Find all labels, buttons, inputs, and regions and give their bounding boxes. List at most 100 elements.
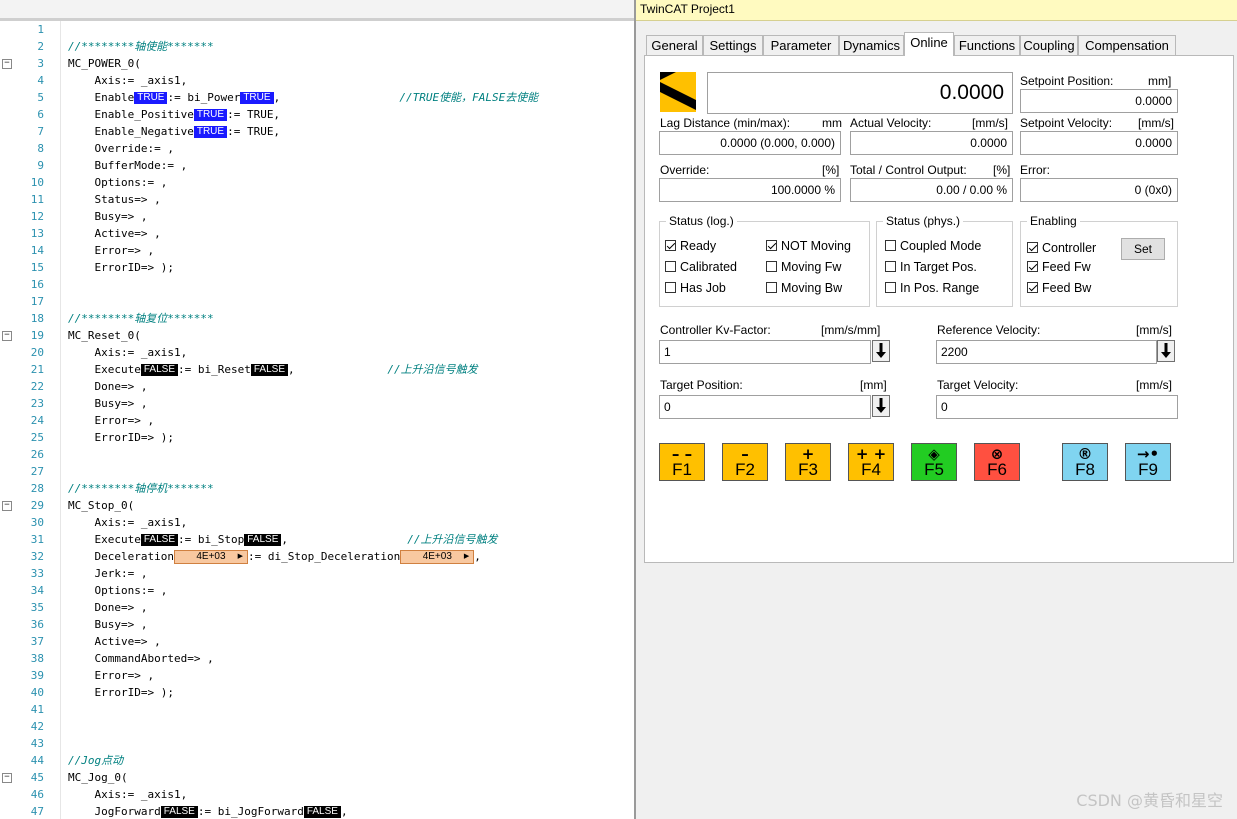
f5-start-button[interactable]: ◈ F5 bbox=[911, 443, 957, 481]
code-line[interactable]: 12 Busy=> , bbox=[0, 208, 634, 225]
kv-factor-input[interactable]: 1 bbox=[659, 340, 871, 364]
checkbox-in-target-pos-box[interactable] bbox=[885, 261, 896, 272]
reference-velocity-input[interactable]: 2200 bbox=[936, 340, 1157, 364]
tab-compensation[interactable]: Compensation bbox=[1078, 35, 1176, 55]
fold-toggle-icon[interactable]: − bbox=[2, 501, 12, 511]
checkbox-calibrated[interactable]: Calibrated bbox=[665, 260, 737, 274]
target-position-download-button[interactable] bbox=[872, 395, 890, 417]
checkbox-moving-bw-box[interactable] bbox=[766, 282, 777, 293]
tab-online[interactable]: Online bbox=[904, 32, 954, 56]
code-line[interactable]: 4 Axis:= _axis1, bbox=[0, 72, 634, 89]
checkbox-calibrated-box[interactable] bbox=[665, 261, 676, 272]
checkbox-has-job-box[interactable] bbox=[665, 282, 676, 293]
code-line[interactable]: 44 //Jog点动 bbox=[0, 752, 634, 769]
set-button[interactable]: Set bbox=[1121, 238, 1165, 260]
online-value-false[interactable]: FALSE bbox=[250, 364, 288, 376]
checkbox-controller-box[interactable] bbox=[1027, 242, 1038, 253]
checkbox-coupled-mode-box[interactable] bbox=[885, 240, 896, 251]
code-line[interactable]: 7 Enable_Negative TRUE:= TRUE, bbox=[0, 123, 634, 140]
code-line[interactable]: 40 ErrorID=> ); bbox=[0, 684, 634, 701]
code-line[interactable]: 11 Status=> , bbox=[0, 191, 634, 208]
checkbox-ready-box[interactable] bbox=[665, 240, 676, 251]
code-line[interactable]: 46 Axis:= _axis1, bbox=[0, 786, 634, 803]
checkbox-ready[interactable]: Ready bbox=[665, 239, 716, 253]
code-line[interactable]: 38 CommandAborted=> , bbox=[0, 650, 634, 667]
target-position-input[interactable]: 0 bbox=[659, 395, 871, 419]
tab-general[interactable]: General bbox=[646, 35, 703, 55]
checkbox-in-pos-range[interactable]: In Pos. Range bbox=[885, 281, 979, 295]
code-line[interactable]: 1 bbox=[0, 21, 634, 38]
code-line[interactable]: 21 Execute FALSE:= bi_Reset FALSE, //上升沿信号… bbox=[0, 361, 634, 378]
f3-forward-button[interactable]: + F3 bbox=[785, 443, 831, 481]
code-line[interactable]: 18 //********轴复位******* bbox=[0, 310, 634, 327]
code-line[interactable]: 27 bbox=[0, 463, 634, 480]
code-line[interactable]: 13 Active=> , bbox=[0, 225, 634, 242]
online-value-true[interactable]: TRUE bbox=[193, 109, 228, 121]
code-line[interactable]: 9 BufferMode:= , bbox=[0, 157, 634, 174]
checkbox-moving-fw-box[interactable] bbox=[766, 261, 777, 272]
online-value-false[interactable]: FALSE bbox=[140, 534, 178, 546]
checkbox-feed-fw-box[interactable] bbox=[1027, 261, 1038, 272]
code-line[interactable]: 25 ErrorID=> ); bbox=[0, 429, 634, 446]
code-line[interactable]: 47 JogForward FALSE:= bi_JogForward FALSE, bbox=[0, 803, 634, 819]
code-line[interactable]: − 29 MC_Stop_0( bbox=[0, 497, 634, 514]
checkbox-not-moving-box[interactable] bbox=[766, 240, 777, 251]
code-line[interactable]: 6 Enable_Positive TRUE:= TRUE, bbox=[0, 106, 634, 123]
code-line[interactable]: 16 bbox=[0, 276, 634, 293]
code-line[interactable]: − 3 MC_POWER_0( bbox=[0, 55, 634, 72]
online-value-false[interactable]: FALSE bbox=[303, 806, 341, 818]
tab-dynamics[interactable]: Dynamics bbox=[839, 35, 904, 55]
checkbox-has-job[interactable]: Has Job bbox=[665, 281, 726, 295]
f8-reset-button[interactable]: ® F8 bbox=[1062, 443, 1108, 481]
code-line[interactable]: − 19 MC_Reset_0( bbox=[0, 327, 634, 344]
checkbox-feed-bw-box[interactable] bbox=[1027, 282, 1038, 293]
online-value-number[interactable]: 4E+03 bbox=[400, 550, 475, 564]
online-value-true[interactable]: TRUE bbox=[134, 92, 168, 104]
code-line[interactable]: 14 Error=> , bbox=[0, 242, 634, 259]
code-line[interactable]: 26 bbox=[0, 446, 634, 463]
checkbox-controller[interactable]: Controller bbox=[1027, 241, 1096, 255]
online-value-false[interactable]: FALSE bbox=[160, 806, 198, 818]
code-line[interactable]: 35 Done=> , bbox=[0, 599, 634, 616]
code-line[interactable]: 24 Error=> , bbox=[0, 412, 634, 429]
f2-backward-button[interactable]: – F2 bbox=[722, 443, 768, 481]
code-line[interactable]: 31 Execute FALSE:= bi_Stop FALSE, //上升沿信号触… bbox=[0, 531, 634, 548]
code-line[interactable]: 8 Override:= , bbox=[0, 140, 634, 157]
checkbox-coupled-mode[interactable]: Coupled Mode bbox=[885, 239, 981, 253]
reference-velocity-download-button[interactable] bbox=[1157, 340, 1175, 362]
code-line[interactable]: 41 bbox=[0, 701, 634, 718]
checkbox-not-moving[interactable]: NOT Moving bbox=[766, 239, 851, 253]
code-editor[interactable]: 1 2//********轴使能******* −3 MC_POWER_0(4 Axi… bbox=[0, 0, 634, 819]
code-line[interactable]: 43 bbox=[0, 735, 634, 752]
online-value-true[interactable]: TRUE bbox=[193, 126, 228, 138]
code-line[interactable]: 42 bbox=[0, 718, 634, 735]
kv-factor-download-button[interactable] bbox=[872, 340, 890, 362]
checkbox-in-target-pos[interactable]: In Target Pos. bbox=[885, 260, 977, 274]
code-line[interactable]: 5 Enable TRUE:= bi_Power TRUE, //TRUE使能，FA… bbox=[0, 89, 634, 106]
code-line[interactable]: 34 Options:= , bbox=[0, 582, 634, 599]
code-line[interactable]: 28 //********轴停机******* bbox=[0, 480, 634, 497]
code-line[interactable]: 32 Deceleration4E+03:= di_Stop_Decelerat… bbox=[0, 548, 634, 565]
tab-parameter[interactable]: Parameter bbox=[763, 35, 839, 55]
checkbox-in-pos-range-box[interactable] bbox=[885, 282, 896, 293]
code-line[interactable]: 17 bbox=[0, 293, 634, 310]
f6-stop-button[interactable]: ⊗ F6 bbox=[974, 443, 1020, 481]
online-value-false[interactable]: FALSE bbox=[140, 364, 178, 376]
fold-toggle-icon[interactable]: − bbox=[2, 773, 12, 783]
code-line[interactable]: 39 Error=> , bbox=[0, 667, 634, 684]
code-line[interactable]: − 45 MC_Jog_0( bbox=[0, 769, 634, 786]
online-value-true[interactable]: TRUE bbox=[240, 92, 274, 104]
window-title-bar[interactable]: TwinCAT Project1 bbox=[636, 0, 1237, 21]
online-value-false[interactable]: FALSE bbox=[244, 534, 282, 546]
tab-coupling[interactable]: Coupling bbox=[1020, 35, 1078, 55]
code-line[interactable]: 20 Axis:= _axis1, bbox=[0, 344, 634, 361]
checkbox-moving-bw[interactable]: Moving Bw bbox=[766, 281, 842, 295]
code-line[interactable]: 23 Busy=> , bbox=[0, 395, 634, 412]
code-line[interactable]: 10 Options:= , bbox=[0, 174, 634, 191]
target-velocity-input[interactable]: 0 bbox=[936, 395, 1178, 419]
checkbox-feed-fw[interactable]: Feed Fw bbox=[1027, 260, 1091, 274]
fold-toggle-icon[interactable]: − bbox=[2, 59, 12, 69]
code-line[interactable]: 2 //********轴使能******* bbox=[0, 38, 634, 55]
f9-home-button[interactable]: →• F9 bbox=[1125, 443, 1171, 481]
checkbox-feed-bw[interactable]: Feed Bw bbox=[1027, 281, 1091, 295]
